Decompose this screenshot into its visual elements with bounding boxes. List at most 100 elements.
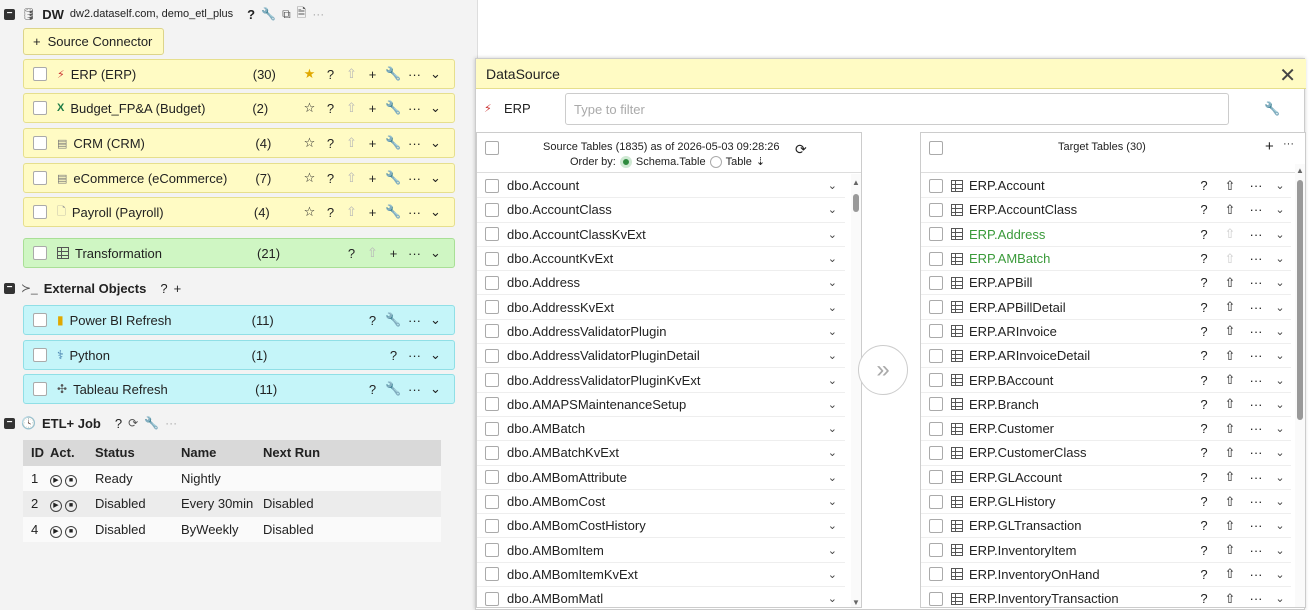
more-icon[interactable]: ··· <box>165 416 177 430</box>
chevron-down-icon[interactable]: ⌄ <box>1269 422 1291 435</box>
row-checkbox[interactable] <box>33 101 47 115</box>
upload-icon[interactable]: ⇧ <box>1217 251 1243 267</box>
row-checkbox[interactable] <box>485 421 499 436</box>
more-icon[interactable]: ··· <box>1243 178 1269 193</box>
upload-icon[interactable]: ⇧ <box>1217 445 1243 461</box>
connector-row-budget[interactable]: X Budget_FP&A (Budget) (2) ☆ ? ⇧ + 🔧 ···… <box>23 93 455 123</box>
row-checkbox[interactable] <box>485 251 499 266</box>
chevron-down-icon[interactable]: ⌄ <box>1269 252 1291 265</box>
source-table-row[interactable]: dbo.AMBatchKvExt ⌄ <box>477 441 845 466</box>
order-table[interactable]: Table <box>726 156 752 168</box>
chevron-down-icon[interactable]: ⌄ <box>425 312 446 328</box>
table-row[interactable]: 1 ▶ ■ Ready Nightly <box>23 465 441 491</box>
more-icon[interactable]: ··· <box>1243 445 1269 460</box>
external-row-tableau[interactable]: ✣ Tableau Refresh (11) ? 🔧 ··· ⌄ <box>23 374 455 404</box>
row-checkbox[interactable] <box>485 178 499 193</box>
star-filled-icon[interactable]: ★ <box>299 66 320 82</box>
connector-row-ecommerce[interactable]: ▤ eCommerce (eCommerce) (7) ☆ ? ⇧ + 🔧 ··… <box>23 163 455 193</box>
source-table-row[interactable]: dbo.Address ⌄ <box>477 271 845 296</box>
upload-icon[interactable]: ⇧ <box>1217 566 1243 582</box>
target-table-row[interactable]: ERP.InventoryOnHand? ⇧ ··· ⌄ <box>921 563 1291 588</box>
row-checkbox[interactable] <box>485 202 499 217</box>
add-source-connector-button[interactable]: + Source Connector <box>23 28 164 55</box>
plus-icon[interactable]: + <box>174 281 182 296</box>
refresh-icon[interactable]: ⟳ <box>795 141 807 158</box>
wrench-icon[interactable]: 🔧 <box>383 381 404 397</box>
help-icon[interactable]: ? <box>1191 470 1217 485</box>
chevron-down-icon[interactable]: ⌄ <box>828 568 837 581</box>
plus-icon[interactable]: + <box>362 205 383 220</box>
chevron-down-icon[interactable]: ⌄ <box>1269 592 1291 605</box>
row-checkbox[interactable] <box>929 227 943 242</box>
star-icon[interactable]: ☆ <box>299 170 320 186</box>
source-table-row[interactable]: dbo.AMBomMatl ⌄ <box>477 587 845 607</box>
row-checkbox[interactable] <box>485 397 499 412</box>
help-icon[interactable]: ? <box>341 246 362 261</box>
more-icon[interactable]: ··· <box>1243 202 1269 217</box>
target-table-row[interactable]: ERP.Branch? ⇧ ··· ⌄ <box>921 393 1291 417</box>
target-table-row[interactable]: ERP.AccountClass? ⇧ ··· ⌄ <box>921 198 1291 223</box>
chevron-down-icon[interactable]: ⌄ <box>1269 349 1291 362</box>
chevron-down-icon[interactable]: ⌄ <box>1269 203 1291 216</box>
table-row[interactable]: 4 ▶ ■ Disabled ByWeekly Disabled <box>23 516 441 542</box>
more-icon[interactable]: ··· <box>404 246 425 261</box>
more-icon[interactable]: ··· <box>1243 348 1269 363</box>
external-row-python[interactable]: ⚕ Python (1) ? ··· ⌄ <box>23 340 455 370</box>
more-icon[interactable]: ··· <box>1243 494 1269 509</box>
more-icon[interactable]: ··· <box>1243 227 1269 242</box>
source-table-row[interactable]: dbo.AMBatch ⌄ <box>477 417 845 442</box>
source-table-row[interactable]: dbo.AccountClass ⌄ <box>477 198 845 223</box>
wrench-icon[interactable]: 🔧 <box>144 416 159 430</box>
source-table-row[interactable]: dbo.AddressValidatorPluginKvExt ⌄ <box>477 368 845 393</box>
upload-icon[interactable]: ⇧ <box>1217 591 1243 607</box>
row-checkbox[interactable] <box>33 382 47 396</box>
sort-icon[interactable]: ⇣ <box>756 155 765 168</box>
refresh-icon[interactable]: ⟳ <box>128 416 138 430</box>
help-icon[interactable]: ? <box>1191 202 1217 217</box>
stop-icon[interactable]: ■ <box>65 500 77 513</box>
help-icon[interactable]: ? <box>1191 251 1217 266</box>
upload-icon[interactable]: ⇧ <box>1217 202 1243 218</box>
source-table-row[interactable]: dbo.AMAPSMaintenanceSetup ⌄ <box>477 393 845 417</box>
chevron-down-icon[interactable]: ⌄ <box>1269 519 1291 532</box>
upload-icon[interactable]: ⇧ <box>1217 469 1243 485</box>
chevron-down-icon[interactable]: ⌄ <box>828 252 837 265</box>
row-checkbox[interactable] <box>33 348 47 362</box>
radio-selected-icon[interactable] <box>619 155 632 168</box>
more-icon[interactable]: ··· <box>1243 251 1269 266</box>
help-icon[interactable]: ? <box>383 348 404 363</box>
upload-icon[interactable]: ⇧ <box>1217 542 1243 558</box>
row-checkbox[interactable] <box>929 470 943 485</box>
row-checkbox[interactable] <box>929 300 943 315</box>
target-table-row[interactable]: ERP.ARInvoice? ⇧ ··· ⌄ <box>921 320 1291 345</box>
chevron-down-icon[interactable]: ⌄ <box>828 228 837 241</box>
chevron-down-icon[interactable]: ⌄ <box>1269 495 1291 508</box>
chevron-down-icon[interactable]: ⌄ <box>828 203 837 216</box>
source-table-row[interactable]: dbo.AMBomCostHistory ⌄ <box>477 514 845 539</box>
help-icon[interactable]: ? <box>1191 421 1217 436</box>
chevron-down-icon[interactable]: ⌄ <box>1269 446 1291 459</box>
more-icon[interactable]: ··· <box>404 136 425 151</box>
chevron-down-icon[interactable]: ⌄ <box>425 347 446 363</box>
play-icon[interactable]: ▶ <box>50 474 62 487</box>
source-table-row[interactable]: dbo.AddressValidatorPlugin ⌄ <box>477 320 845 345</box>
more-icon[interactable]: ··· <box>1243 275 1269 290</box>
upload-icon[interactable]: ⇧ <box>1217 396 1243 412</box>
source-table-row[interactable]: dbo.AMBomItemKvExt ⌄ <box>477 563 845 588</box>
chevron-down-icon[interactable]: ⌄ <box>425 100 446 116</box>
help-icon[interactable]: ? <box>1191 275 1217 290</box>
plus-icon[interactable]: + <box>383 246 404 261</box>
target-table-row[interactable]: ERP.GLTransaction? ⇧ ··· ⌄ <box>921 514 1291 539</box>
chevron-down-icon[interactable]: ⌄ <box>1269 398 1291 411</box>
close-icon[interactable]: ✕ <box>1279 63 1296 88</box>
upload-icon[interactable]: ⇧ <box>1217 178 1243 194</box>
row-checkbox[interactable] <box>929 567 943 582</box>
help-icon[interactable]: ? <box>362 313 383 328</box>
chevron-down-icon[interactable]: ⌄ <box>425 135 446 151</box>
chevron-down-icon[interactable]: ⌄ <box>828 374 837 387</box>
stop-icon[interactable]: ■ <box>65 474 77 487</box>
chevron-down-icon[interactable]: ⌄ <box>425 245 446 261</box>
star-icon[interactable]: ☆ <box>299 204 320 220</box>
upload-icon[interactable]: ⇧ <box>1217 226 1243 242</box>
chevron-down-icon[interactable]: ⌄ <box>425 381 446 397</box>
